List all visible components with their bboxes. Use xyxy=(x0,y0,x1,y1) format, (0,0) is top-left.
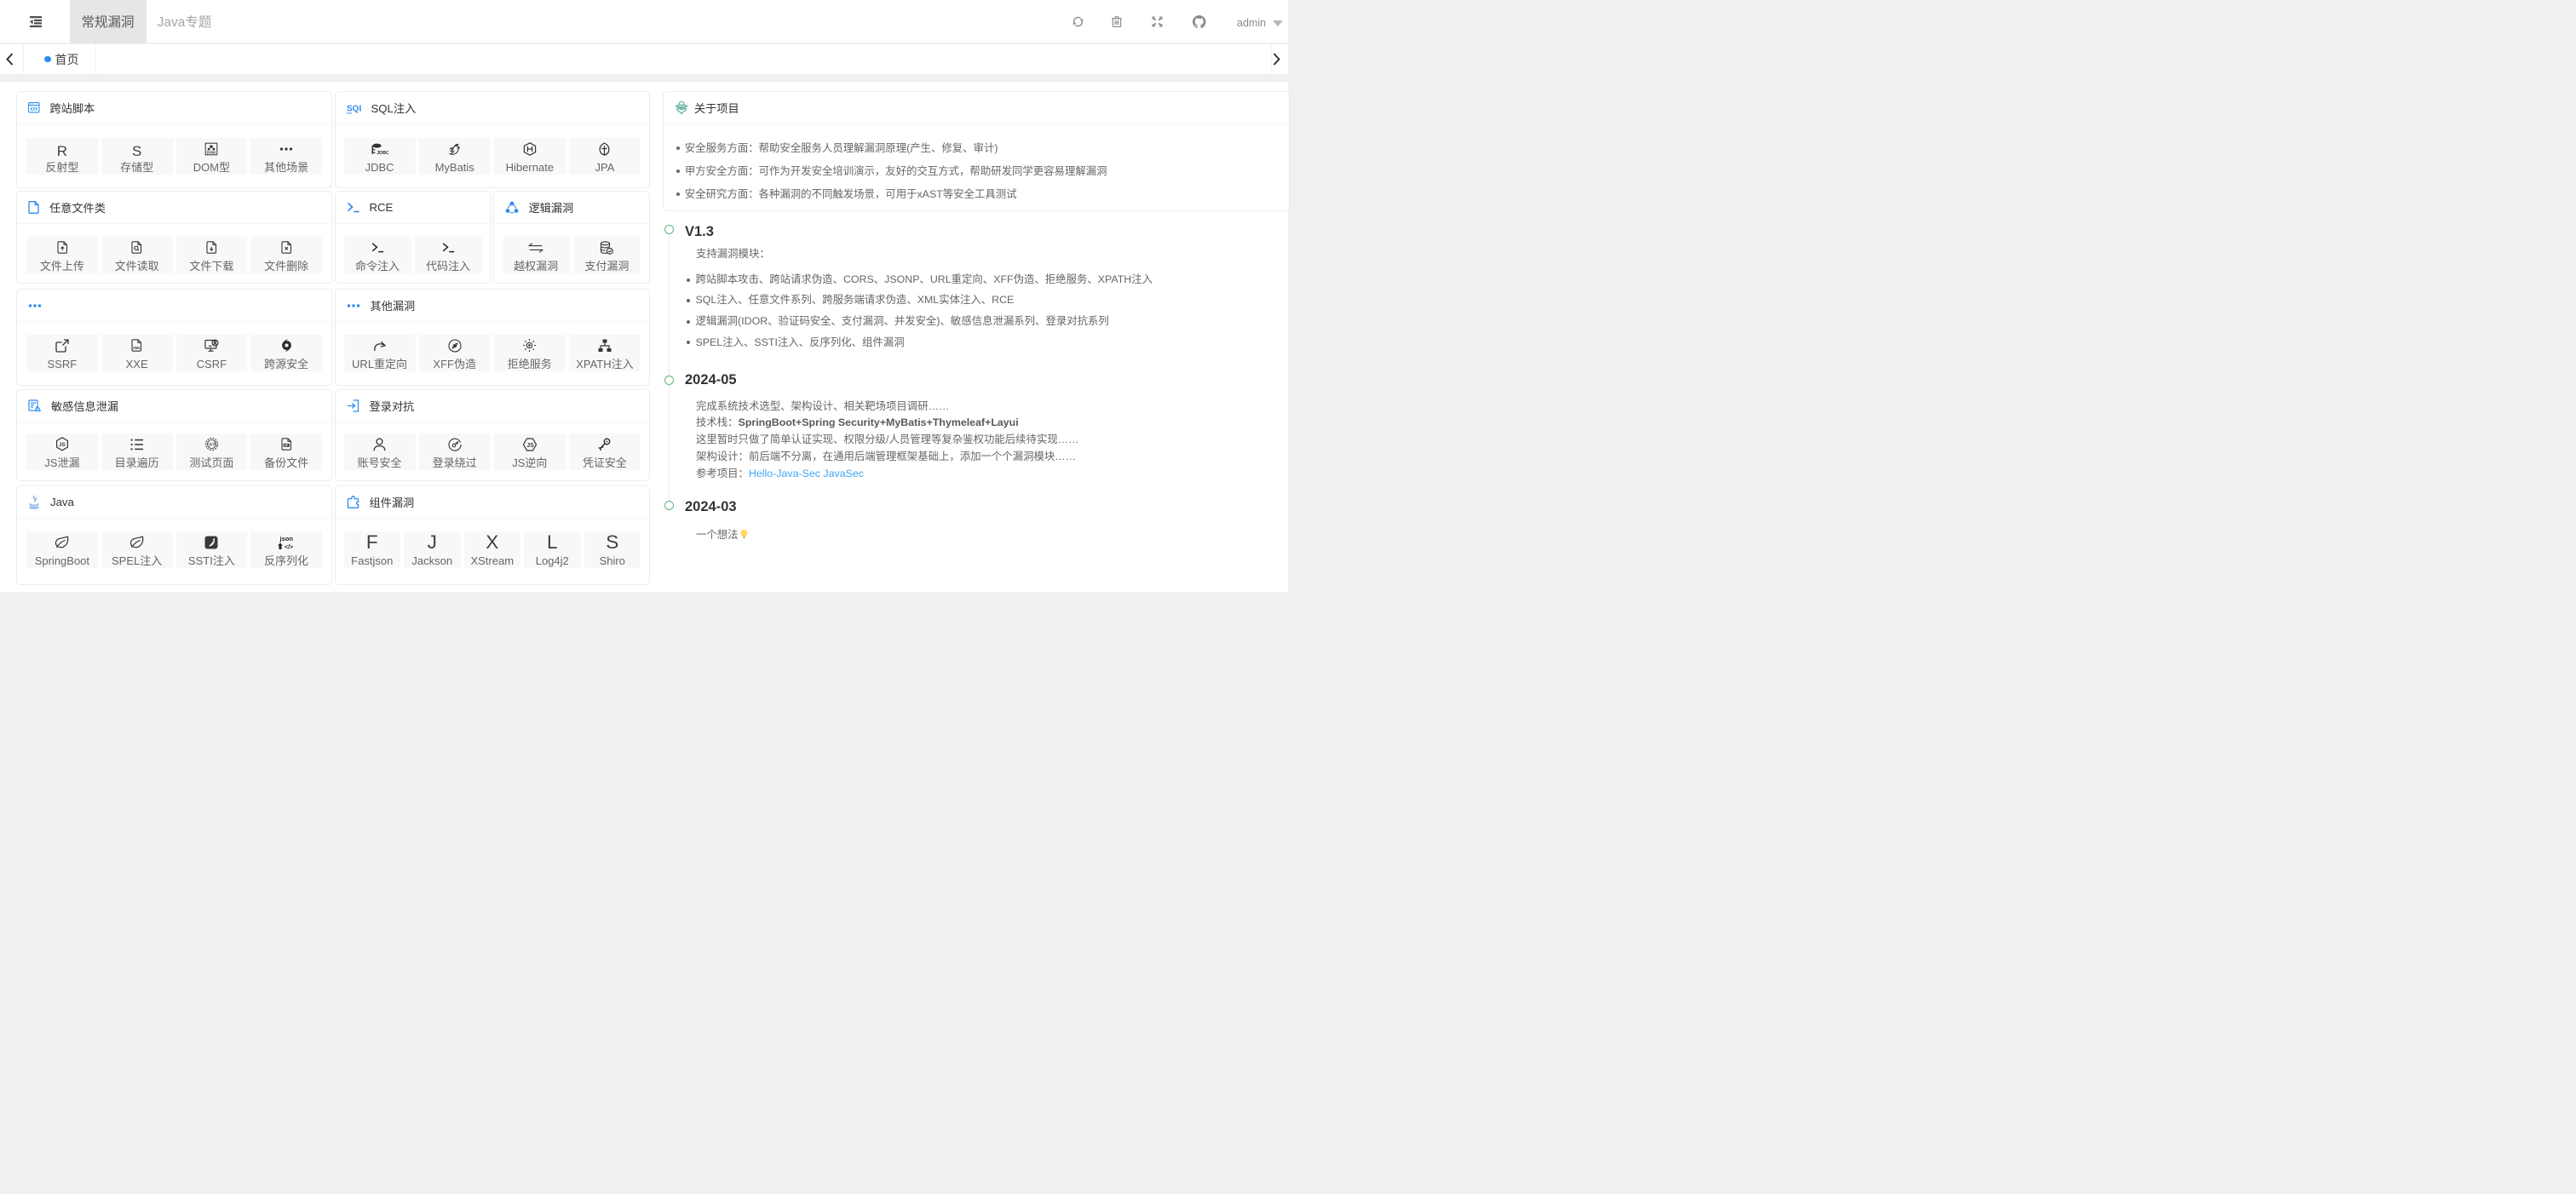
svg-text:JS: JS xyxy=(59,442,66,448)
svg-text:测试: 测试 xyxy=(208,440,217,448)
svg-text:JS: JS xyxy=(526,443,534,449)
svg-text:</>: </> xyxy=(285,545,293,551)
svg-text:XML: XML xyxy=(133,346,141,350)
svg-text:json: json xyxy=(279,535,294,542)
svg-text:DOM: DOM xyxy=(207,151,216,155)
svg-text:SQL: SQL xyxy=(347,104,361,113)
svg-text:ZIP: ZIP xyxy=(284,444,289,447)
svg-text:JDBC: JDBC xyxy=(377,151,388,156)
